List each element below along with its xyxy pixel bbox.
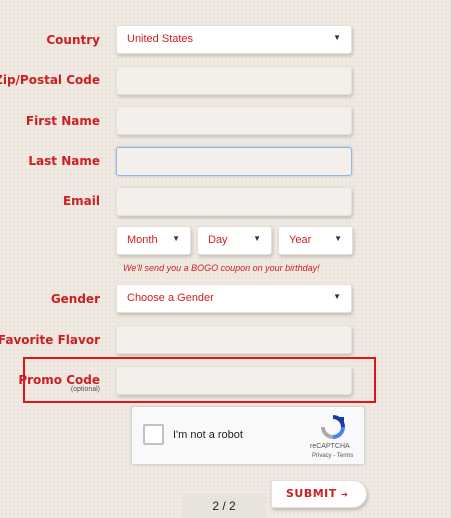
last-name-field[interactable]	[116, 147, 352, 176]
last-name-label: Last Name	[28, 154, 100, 168]
country-select[interactable]: United States ▼	[116, 25, 352, 54]
page-indicator: 2 / 2	[182, 494, 266, 518]
chevron-down-icon: ▼	[333, 33, 341, 42]
recaptcha-widget: I'm not a robot reCAPTCHA Privacy - Term…	[131, 406, 365, 465]
zip-label: Zip/Postal Code	[0, 73, 100, 87]
chevron-down-icon: ▼	[333, 292, 341, 301]
country-label: Country	[46, 33, 100, 47]
birth-day-value: Day	[208, 234, 228, 246]
promo-optional-label: (optional)	[70, 386, 100, 393]
birthday-note: We'll send you a BOGO coupon on your bir…	[123, 263, 320, 273]
birth-year-select[interactable]: Year ▼	[278, 226, 353, 255]
submit-button[interactable]: SUBMIT ➔	[271, 480, 367, 508]
gender-label: Gender	[50, 292, 100, 306]
birth-day-select[interactable]: Day ▼	[197, 226, 272, 255]
favorite-flavor-field[interactable]	[116, 325, 352, 354]
zip-field[interactable]	[116, 66, 352, 95]
chevron-down-icon: ▼	[334, 234, 342, 243]
recaptcha-terms-link[interactable]: Privacy - Terms	[312, 453, 353, 459]
first-name-label: First Name	[25, 114, 100, 128]
recaptcha-icon	[321, 415, 345, 439]
chevron-down-icon: ▼	[253, 234, 261, 243]
favorite-flavor-label: Favorite Flavor	[0, 333, 100, 347]
birth-month-select[interactable]: Month ▼	[116, 226, 191, 255]
country-value: United States	[127, 33, 194, 45]
gender-value: Choose a Gender	[127, 292, 214, 304]
recaptcha-text: I'm not a robot	[173, 429, 243, 441]
arrow-right-icon: ➔	[341, 490, 349, 499]
promo-code-label: Promo Code	[18, 373, 100, 387]
promo-code-field[interactable]	[116, 366, 352, 395]
recaptcha-checkbox[interactable]	[143, 424, 164, 445]
gender-select[interactable]: Choose a Gender ▼	[116, 284, 352, 313]
birth-month-value: Month	[127, 234, 158, 246]
submit-label: SUBMIT	[286, 487, 337, 500]
birth-year-value: Year	[289, 234, 312, 246]
recaptcha-brand: reCAPTCHA	[310, 443, 350, 450]
email-label: Email	[62, 194, 100, 208]
email-field[interactable]	[116, 187, 352, 216]
chevron-down-icon: ▼	[172, 234, 180, 243]
first-name-field[interactable]	[116, 106, 352, 135]
